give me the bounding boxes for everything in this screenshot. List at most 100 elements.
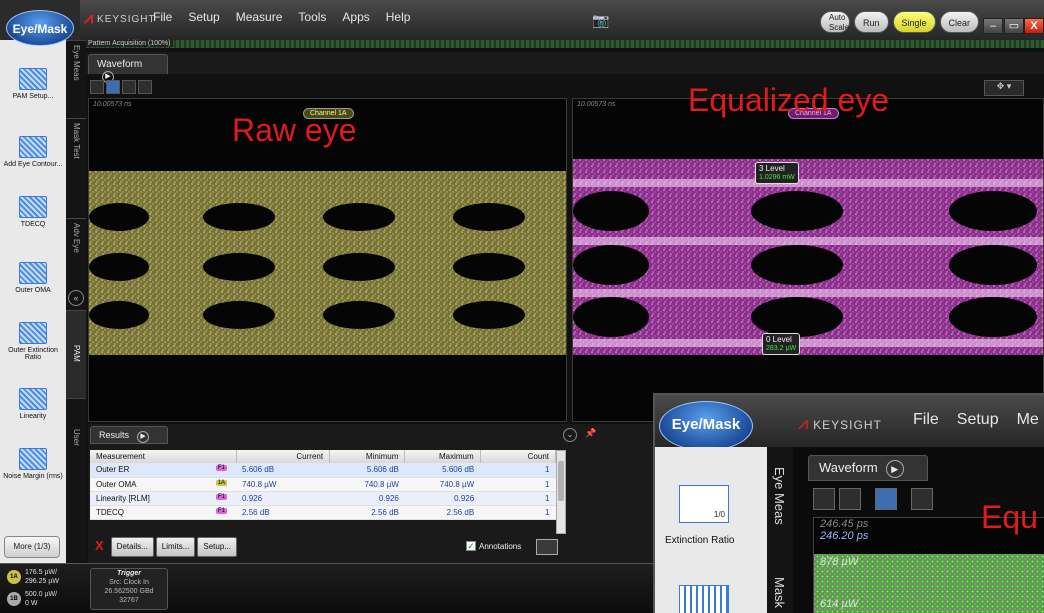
tab-eye-meas[interactable]: Eye Meas — [66, 40, 86, 118]
level-3-marker[interactable]: 3 Level 1.0296 mW — [755, 162, 799, 184]
ch1b-readout[interactable]: 500.0 µW/ 0 W — [25, 590, 57, 608]
results-scrollbar[interactable] — [556, 450, 566, 534]
annotations-toggle[interactable]: ✓ Annotations — [466, 541, 521, 551]
add-eye-contour-label: Add Eye Contour... — [3, 161, 63, 168]
minimize-button[interactable]: – — [983, 18, 1003, 34]
single-button[interactable]: Single — [892, 11, 936, 33]
setup-button[interactable]: Setup... — [197, 537, 237, 557]
tab-pam-label: PAM — [72, 345, 81, 362]
layout-quad-icon[interactable] — [106, 80, 120, 94]
level-0-marker[interactable]: 0 Level 283.2 µW — [762, 333, 801, 355]
acq-buttons: Auto Scale Run Single Clear — [820, 11, 980, 33]
collapse-panel-icon[interactable]: « — [68, 290, 84, 306]
source-badge: 1A — [215, 479, 228, 486]
col-count[interactable]: Count — [480, 450, 557, 463]
tab-user-label: User — [72, 429, 81, 446]
zoom-menu-measure[interactable]: Me — [1017, 411, 1039, 429]
zoom-tab-eye-meas[interactable]: Eye Meas — [772, 467, 787, 525]
delete-measurement-button[interactable]: X — [90, 537, 109, 557]
close-button[interactable]: X — [1024, 18, 1044, 34]
limits-button[interactable]: Limits... — [155, 537, 196, 557]
tdecq-item[interactable]: TDECQ — [0, 196, 66, 228]
camera-icon[interactable]: 📷 — [592, 12, 609, 29]
equalized-eye-diagram — [573, 159, 1043, 355]
row-current: 0.926 — [236, 491, 330, 506]
layout-stacked-icon[interactable] — [122, 80, 136, 94]
pan-control[interactable]: ✥ ▾ — [984, 80, 1024, 96]
tab-adv-eye[interactable]: Adv Eye — [66, 218, 86, 288]
pam-setup-label: PAM Setup... — [12, 93, 54, 100]
table-row[interactable]: Outer ER F1 5.606 dB 5.606 dB 5.606 dB 1 — [90, 463, 556, 478]
col-minimum[interactable]: Minimum — [329, 450, 406, 463]
outer-extinction-ratio-item[interactable]: Outer Extinction Ratio — [0, 322, 66, 361]
zoom-extinction-ratio-icon[interactable]: 1/0 — [679, 485, 729, 523]
zoom-layout-grid-icon[interactable] — [911, 488, 933, 510]
menu-apps[interactable]: Apps — [342, 10, 369, 24]
zoom-layout-quad-icon[interactable] — [839, 488, 861, 510]
layout-grid-icon[interactable] — [138, 80, 152, 94]
zoom-brand-text: KEYSIGHT — [813, 418, 882, 432]
menu-measure[interactable]: Measure — [236, 10, 283, 24]
details-button[interactable]: Details... — [110, 537, 154, 557]
zoom-menu-file[interactable]: File — [913, 411, 939, 429]
extinction-ratio-icon — [19, 322, 47, 344]
menu-tools[interactable]: Tools — [298, 10, 326, 24]
ch1a-badge[interactable]: 1A — [7, 570, 21, 584]
zoom-title-bar: Eye/Mask ⩘ KEYSIGHT File Setup Me — [655, 395, 1044, 451]
outer-oma-item[interactable]: Outer OMA — [0, 262, 66, 294]
menu-file[interactable]: File — [153, 10, 172, 24]
zoom-layout-single-icon[interactable] — [813, 488, 835, 510]
auto-scale-button[interactable]: Auto Scale — [820, 11, 850, 33]
add-eye-contour-item[interactable]: Add Eye Contour... — [0, 136, 66, 168]
restore-button[interactable]: ▭ — [1004, 18, 1024, 34]
zoom-left-panel: 1/0 Extinction Ratio — [655, 447, 767, 613]
linearity-item[interactable]: Linearity — [0, 388, 66, 420]
equalized-eye-pane[interactable]: 10.00573 ns — [572, 98, 1044, 422]
layout-single-icon[interactable] — [90, 80, 104, 94]
eye-mask-mode-button[interactable]: Eye/Mask — [6, 10, 74, 46]
ch1a-readout[interactable]: 176.5 µW/ 296.25 µW — [25, 568, 59, 586]
source-badge: F1 — [216, 465, 228, 472]
zoom-keysight-logo: ⩘ KEYSIGHT — [798, 413, 882, 434]
zoom-layout-stacked-icon[interactable] — [875, 488, 897, 510]
clear-button[interactable]: Clear — [939, 11, 980, 33]
col-maximum[interactable]: Maximum — [404, 450, 481, 463]
level-0-value: 283.2 µW — [766, 345, 797, 352]
table-row[interactable]: TDECQ F1 2.56 dB 2.56 dB 2.56 dB 1 — [90, 505, 556, 520]
pin-icon[interactable]: 📌 — [585, 428, 596, 439]
table-row[interactable]: Linearity [RLM] F1 0.926 0.926 0.926 1 — [90, 491, 556, 506]
zoom-eye-mask-button[interactable]: Eye/Mask — [659, 401, 753, 451]
scroll-thumb[interactable] — [558, 461, 564, 501]
table-row[interactable]: Outer OMA 1A 740.8 µW 740.8 µW 740.8 µW 1 — [90, 477, 556, 492]
results-tab-label: Results — [99, 430, 130, 440]
ch1b-badge[interactable]: 1B — [7, 592, 21, 606]
annotations-label: Annotations — [479, 541, 522, 551]
more-button[interactable]: More (1/3) — [4, 536, 60, 558]
linearity-icon — [19, 388, 47, 410]
annotations-checkbox[interactable]: ✓ — [466, 541, 476, 551]
trigger-source: Src: Clock In — [109, 579, 149, 586]
tab-pam[interactable]: PAM — [66, 310, 86, 398]
results-play-icon[interactable]: ▶ — [137, 431, 150, 443]
trigger-readout[interactable]: Trigger Src: Clock In 26.562500 GBd 3276… — [90, 568, 168, 610]
run-button[interactable]: Run — [854, 11, 889, 33]
zoom-menu-setup[interactable]: Setup — [957, 411, 999, 429]
tab-user[interactable]: User — [66, 398, 86, 563]
pam-setup-item[interactable]: PAM Setup... — [0, 68, 66, 100]
zoom-tab-mask[interactable]: Mask — [772, 577, 787, 608]
zoom-waveform-tab[interactable]: Waveform ▶ — [808, 455, 928, 481]
tab-mask-test[interactable]: Mask Test — [66, 118, 86, 218]
zoom-mask-icon[interactable] — [679, 585, 729, 613]
col-measurement[interactable]: Measurement — [90, 450, 237, 463]
results-collapse-icon[interactable]: ⌄ — [563, 428, 577, 442]
table-view-icon[interactable] — [536, 539, 558, 555]
noise-margin-item[interactable]: Noise Margin (rms) — [0, 448, 66, 480]
waveform-tab[interactable]: Waveform▶ — [88, 54, 168, 83]
menu-setup[interactable]: Setup — [188, 10, 219, 24]
results-tab[interactable]: Results ▶ — [90, 426, 168, 444]
zoom-play-icon[interactable]: ▶ — [885, 460, 904, 478]
eye-contour-icon — [19, 136, 47, 158]
menu-help[interactable]: Help — [386, 10, 411, 24]
col-current[interactable]: Current — [236, 450, 331, 463]
row-name: Linearity [RLM] F1 — [90, 491, 237, 506]
